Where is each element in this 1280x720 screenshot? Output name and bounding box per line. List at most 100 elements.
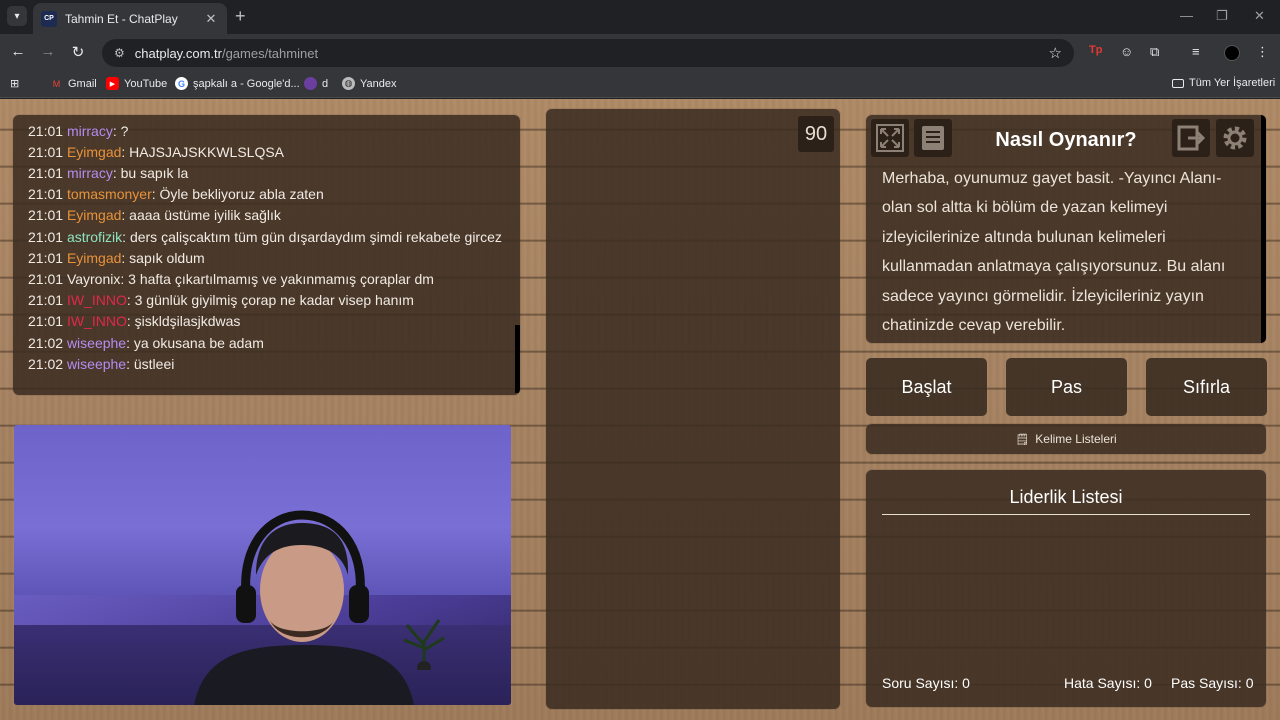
reload-icon[interactable]: ↻	[68, 43, 88, 61]
timer-display: 90	[798, 116, 834, 152]
chat-username[interactable]: mirracy	[67, 123, 113, 139]
chat-username[interactable]: Vayronix	[67, 271, 120, 287]
chat-time: 21:01	[28, 228, 64, 245]
chat-username[interactable]: tomasmonyer	[67, 186, 152, 202]
pass-count: Pas Sayısı: 0	[1171, 675, 1254, 691]
bookmark-d[interactable]: d	[304, 77, 328, 90]
chat-username[interactable]: mirracy	[67, 165, 113, 181]
chat-text: : sapık oldum	[121, 249, 205, 266]
question-count: Soru Sayısı: 0	[882, 675, 970, 691]
pass-button[interactable]: Pas	[1006, 358, 1127, 416]
chat-message: 21:02 wiseephe: ya okusana be adam	[28, 333, 508, 354]
tab-search-button[interactable]: ▾	[7, 6, 27, 26]
error-count: Hata Sayısı: 0	[1064, 675, 1152, 691]
apps-grid-icon[interactable]: ⊞	[10, 77, 19, 90]
start-button[interactable]: Başlat	[866, 358, 987, 416]
chat-username[interactable]: Eyimgad	[67, 144, 121, 160]
new-tab-button[interactable]: +	[235, 7, 246, 25]
chat-text: : ya okusana be adam	[126, 334, 264, 351]
site-info-icon[interactable]: ⚙	[114, 46, 125, 60]
chat-message: 21:01 Eyimgad: sapık oldum	[28, 248, 508, 269]
minimize-icon[interactable]: —	[1180, 8, 1193, 23]
chat-message: 21:01 Eyimgad: aaaa üstüme iyilik sağlık	[28, 205, 508, 226]
webcam-feed	[14, 425, 511, 705]
chat-message: 21:02 wiseephe: üstleei	[28, 354, 508, 375]
notepad-icon: 🗒	[1015, 433, 1030, 446]
exit-icon[interactable]	[1172, 119, 1210, 157]
bookmark-youtube[interactable]: ▶ YouTube	[106, 77, 167, 90]
chat-text: : ders çalişcaktım tüm gün dışardaydım ş…	[122, 228, 502, 245]
chat-time: 21:01	[28, 186, 64, 203]
chat-panel: 21:01 mirracy: ? 21:01 Eyimgad: HAJSJAJSK…	[13, 115, 520, 395]
chat-username[interactable]: Eyimgad	[67, 207, 121, 223]
chat-time: 21:01	[28, 122, 64, 139]
tab-close-icon[interactable]: ✕	[203, 11, 219, 27]
media-control-icon[interactable]: ≡	[1192, 44, 1200, 59]
chat-time: 21:02	[28, 334, 64, 351]
bookmark-yandex[interactable]: ◍ Yandex	[342, 77, 397, 90]
address-bar[interactable]: ⚙ chatplay.com.tr/games/tahminet ☆	[102, 39, 1074, 67]
chat-message: 21:01 mirracy: bu sapık la	[28, 163, 508, 184]
extension-face-icon[interactable]: ☺	[1120, 44, 1133, 59]
chat-username[interactable]: wiseephe	[67, 356, 126, 372]
maximize-icon[interactable]: ❐	[1216, 8, 1228, 24]
chat-text: : ?	[112, 122, 129, 139]
leaderboard-panel: Liderlik Listesi Soru Sayısı: 0 Hata Say…	[866, 470, 1266, 707]
chat-time: 21:01	[28, 164, 64, 181]
how-to-play-text: Merhaba, oyunumuz gayet basit. -Yayıncı …	[882, 170, 1226, 335]
chat-message: 21:01 tomasmonyer: Öyle bekliyoruz abla …	[28, 184, 508, 205]
chat-text: : aaaa üstüme iyilik sağlık	[121, 207, 281, 224]
browser-toolbar: ← → ↻ ⚙ chatplay.com.tr/games/tahminet ☆…	[0, 34, 1280, 72]
reset-button[interactable]: Sıfırla	[1146, 358, 1267, 416]
chat-username[interactable]: wiseephe	[67, 335, 126, 351]
chat-message: 21:01 Eyimgad: HAJSJAJSKKWLSLQSA	[28, 142, 508, 163]
streamer-area-panel: 90	[546, 109, 840, 709]
chat-time: 21:02	[28, 355, 64, 372]
google-icon: G	[175, 77, 188, 90]
extensions-puzzle-icon[interactable]: ⧉	[1150, 44, 1159, 60]
window-close-icon[interactable]: ✕	[1254, 8, 1265, 24]
forward-icon[interactable]: →	[38, 43, 58, 60]
url-host: chatplay.com.tr	[134, 45, 222, 61]
globe-icon: ◍	[342, 77, 355, 90]
chat-message-list: 21:01 mirracy: ? 21:01 Eyimgad: HAJSJAJSK…	[28, 121, 508, 375]
bookmark-gmail[interactable]: M Gmail	[50, 77, 97, 90]
profile-avatar[interactable]	[1224, 45, 1240, 61]
avatar-icon	[304, 77, 317, 90]
how-to-play-panel: Nasıl Oynanır? Merhaba, oyunumuz gayet b…	[866, 115, 1266, 343]
how-to-play-scrollbar[interactable]	[1261, 115, 1266, 343]
chat-username[interactable]: IW_INNO	[67, 313, 127, 329]
word-lists-button[interactable]: 🗒 Kelime Listeleri	[866, 424, 1266, 454]
bookmark-google[interactable]: Gşapkalı a - Google'd...	[175, 77, 300, 90]
bookmark-star-icon[interactable]: ☆	[1049, 44, 1062, 62]
chat-time: 21:01	[28, 270, 64, 287]
bookmarks-bar: ⊞ M Gmail ▶ YouTube Gşapkalı a - Google'd.…	[0, 72, 1280, 98]
chat-username[interactable]: astrofizik	[67, 229, 122, 245]
chat-username[interactable]: IW_INNO	[67, 292, 127, 308]
youtube-icon: ▶	[106, 77, 119, 90]
chat-time: 21:01	[28, 207, 64, 224]
gear-icon[interactable]	[1216, 119, 1254, 157]
menu-kebab-icon[interactable]: ⋮	[1256, 44, 1269, 60]
chat-message: 21:01 astrofizik: ders çalişcaktım tüm g…	[28, 227, 508, 248]
game-page: 21:01 mirracy: ? 21:01 Eyimgad: HAJSJAJSK…	[0, 99, 1280, 720]
chat-message: 21:01 mirracy: ?	[28, 121, 508, 142]
leaderboard-title: Liderlik Listesi	[882, 487, 1250, 515]
chat-username[interactable]: Eyimgad	[67, 250, 121, 266]
back-icon[interactable]: ←	[8, 43, 28, 60]
gmail-icon: M	[52, 78, 61, 89]
tab-strip: ▾ CP Tahmin Et - ChatPlay ✕ + — ❐ ✕	[0, 0, 1280, 34]
chat-text: : şiskldşilasjkdwas	[126, 313, 241, 330]
chat-text: : bu sapık la	[112, 164, 189, 181]
chat-message: 21:01 Vayronix: 3 hafta çıkartılmamış ve…	[28, 269, 508, 290]
tab-title: Tahmin Et - ChatPlay	[65, 11, 178, 26]
chat-scrollbar[interactable]	[515, 325, 520, 393]
all-bookmarks[interactable]: Tüm Yer İşaretleri	[1172, 77, 1275, 89]
chat-time: 21:01	[28, 143, 64, 160]
chat-text: : 3 hafta çıkartılmamış ve yakınmamış ço…	[120, 270, 434, 287]
chat-time: 21:01	[28, 292, 64, 309]
tab-active[interactable]: CP Tahmin Et - ChatPlay ✕	[33, 3, 227, 34]
chat-message: 21:01 IW_INNO: şiskldşilasjkdwas	[28, 311, 508, 332]
extension-tp-icon[interactable]: Tp	[1089, 44, 1102, 56]
word-lists-label: Kelime Listeleri	[1035, 432, 1117, 446]
